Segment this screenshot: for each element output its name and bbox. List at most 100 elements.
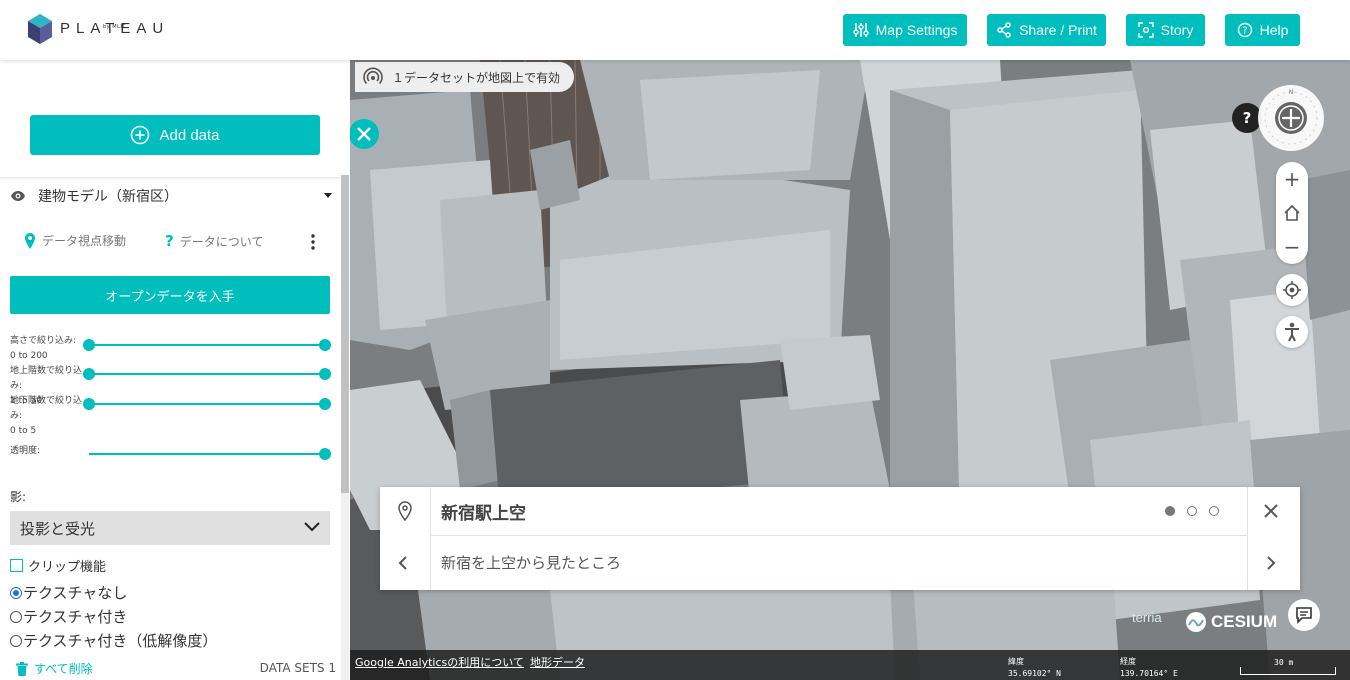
longitude-readout: 経度 139.70164° E bbox=[1120, 656, 1178, 680]
texture-label-lowres: テクスチャ付き（低解像度） bbox=[23, 632, 218, 650]
share-print-label: Share / Print bbox=[1019, 22, 1097, 38]
sliders-icon bbox=[852, 23, 869, 37]
question-mark-icon: ? bbox=[165, 232, 174, 250]
map-settings-button[interactable]: Map Settings bbox=[843, 14, 967, 46]
map-pin-icon bbox=[25, 232, 35, 249]
svg-text:?: ? bbox=[1242, 26, 1247, 37]
story-button[interactable]: Story bbox=[1126, 14, 1205, 46]
story-divider-left bbox=[430, 487, 431, 590]
story-divider-middle bbox=[430, 535, 1247, 536]
get-open-data-button[interactable]: オープンデータを入手 bbox=[10, 276, 330, 314]
basement-filter-label: 地下階数で絞り込み: 0 to 5 bbox=[10, 394, 88, 439]
sidebar-scrollbar-thumb[interactable] bbox=[341, 175, 349, 493]
datasets-count: DATA SETS 1 bbox=[259, 661, 336, 675]
map-viewport[interactable]: １データセットが地図上で有効 ? N + − 新宿駅上空 新宿を上空から見たとこ… bbox=[350, 60, 1350, 680]
cesium-icon bbox=[1186, 612, 1206, 632]
texture-label-with: テクスチャ付き bbox=[23, 608, 128, 626]
floors-filter-slider[interactable] bbox=[83, 368, 331, 380]
collapse-workbench-button[interactable] bbox=[350, 119, 379, 149]
workbench-sidebar: Add data 建物モデル（新宿区） データ視点移動 ? データについて オー… bbox=[0, 60, 350, 680]
close-icon bbox=[357, 127, 371, 141]
chat-icon bbox=[1296, 607, 1312, 624]
layer-header-shinjuku[interactable]: 建物モデル（新宿区） bbox=[10, 186, 332, 206]
zoom-out-button[interactable]: − bbox=[1276, 230, 1308, 264]
zoom-to-data-label: データ視点移動 bbox=[42, 234, 127, 248]
latitude-label: 緯度 bbox=[1008, 657, 1024, 666]
pedestrian-mode-button[interactable] bbox=[1276, 316, 1308, 348]
trash-icon bbox=[16, 661, 28, 676]
home-button[interactable] bbox=[1276, 196, 1308, 230]
terria-logo[interactable]: terria bbox=[1132, 610, 1162, 625]
plateau-logo[interactable]: PLATEAU bbox=[28, 14, 169, 44]
basement-filter-slider[interactable] bbox=[83, 398, 331, 410]
texture-option-none[interactable]: テクスチャなし bbox=[10, 582, 127, 603]
texture-radio-with[interactable] bbox=[10, 610, 22, 623]
height-slider-max-handle[interactable] bbox=[319, 339, 331, 351]
opacity-slider-handle[interactable] bbox=[319, 448, 331, 460]
cesium-logo[interactable]: CESIUM bbox=[1185, 611, 1277, 633]
story-page-dot-3[interactable] bbox=[1209, 506, 1219, 516]
clip-checkbox[interactable] bbox=[10, 559, 23, 572]
home-icon bbox=[1284, 204, 1300, 221]
latitude-readout: 緯度 35.69102° N bbox=[1008, 656, 1061, 680]
svg-text:N: N bbox=[1289, 89, 1294, 96]
floors-slider-min-handle[interactable] bbox=[83, 368, 95, 380]
opacity-label: 透明度: bbox=[10, 446, 41, 456]
shadow-select[interactable]: 投影と受光 bbox=[10, 511, 330, 545]
shadow-select-value: 投影と受光 bbox=[20, 519, 96, 538]
clip-option[interactable]: クリップ機能 bbox=[10, 556, 106, 575]
zoom-to-data-link[interactable]: データ視点移動 bbox=[24, 232, 126, 249]
delete-all-label: すべて削除 bbox=[34, 662, 93, 676]
basement-slider-min-handle[interactable] bbox=[83, 398, 95, 410]
help-label: Help bbox=[1259, 22, 1289, 38]
story-frame-icon bbox=[1137, 22, 1154, 38]
texture-radio-none[interactable] bbox=[10, 586, 22, 599]
story-panel: 新宿駅上空 新宿を上空から見たところ bbox=[380, 487, 1300, 590]
my-location-button[interactable] bbox=[1276, 274, 1308, 306]
story-divider-right bbox=[1247, 487, 1248, 590]
active-datasets-badge[interactable]: １データセットが地図上で有効 bbox=[355, 62, 575, 92]
story-next-button[interactable] bbox=[1266, 555, 1276, 571]
feedback-button[interactable] bbox=[1288, 599, 1320, 631]
height-slider-min-handle[interactable] bbox=[83, 339, 95, 351]
story-page-dot-1[interactable] bbox=[1165, 506, 1175, 516]
scale-bar bbox=[1240, 667, 1336, 675]
chevron-down-icon bbox=[304, 522, 320, 532]
basement-filter-range: 0 to 5 bbox=[10, 426, 37, 436]
add-data-button[interactable]: Add data bbox=[30, 115, 320, 155]
basement-slider-max-handle[interactable] bbox=[319, 398, 331, 410]
app-header: PLATEAU by MLIT Map Settings Share / Pri… bbox=[0, 0, 1350, 60]
delete-all-button[interactable]: すべて削除 bbox=[16, 660, 93, 677]
locate-icon bbox=[1283, 281, 1301, 299]
texture-option-with[interactable]: テクスチャ付き bbox=[10, 606, 127, 627]
story-close-button[interactable] bbox=[1264, 504, 1278, 518]
eye-icon[interactable] bbox=[10, 190, 26, 202]
about-data-link[interactable]: ? データについて bbox=[165, 232, 263, 250]
help-circle-icon: ? bbox=[1237, 22, 1252, 38]
help-button[interactable]: ? Help bbox=[1225, 14, 1300, 46]
cesium-text: CESIUM bbox=[1211, 612, 1278, 631]
chevron-down-icon[interactable] bbox=[324, 193, 332, 198]
shadow-label: 影: bbox=[10, 490, 27, 504]
pedestrian-icon bbox=[1285, 322, 1299, 342]
texture-option-lowres[interactable]: テクスチャ付き（低解像度） bbox=[10, 630, 217, 651]
clip-label: クリップ機能 bbox=[28, 560, 107, 575]
story-prev-button[interactable] bbox=[398, 555, 408, 571]
zoom-in-button[interactable]: + bbox=[1276, 162, 1308, 196]
about-data-label: データについて bbox=[179, 234, 264, 249]
height-filter-range: 0 to 200 bbox=[10, 351, 48, 361]
texture-radio-lowres[interactable] bbox=[10, 634, 22, 647]
analytics-link[interactable]: Google Analyticsの利用について bbox=[355, 654, 524, 670]
active-datasets-text: １データセットが地図上で有効 bbox=[392, 70, 561, 85]
terrain-data-link[interactable]: 地形データ bbox=[530, 654, 585, 670]
floors-slider-max-handle[interactable] bbox=[319, 368, 331, 380]
plateau-cube-icon bbox=[28, 14, 52, 44]
location-pin-icon[interactable] bbox=[397, 501, 413, 521]
share-print-button[interactable]: Share / Print bbox=[987, 14, 1106, 46]
story-page-dot-2[interactable] bbox=[1187, 506, 1197, 516]
height-filter-slider[interactable] bbox=[83, 339, 331, 351]
opacity-slider[interactable] bbox=[89, 448, 331, 460]
compass-control[interactable]: N bbox=[1258, 85, 1324, 151]
more-options-icon[interactable] bbox=[311, 234, 315, 250]
broadcast-icon bbox=[363, 67, 383, 85]
